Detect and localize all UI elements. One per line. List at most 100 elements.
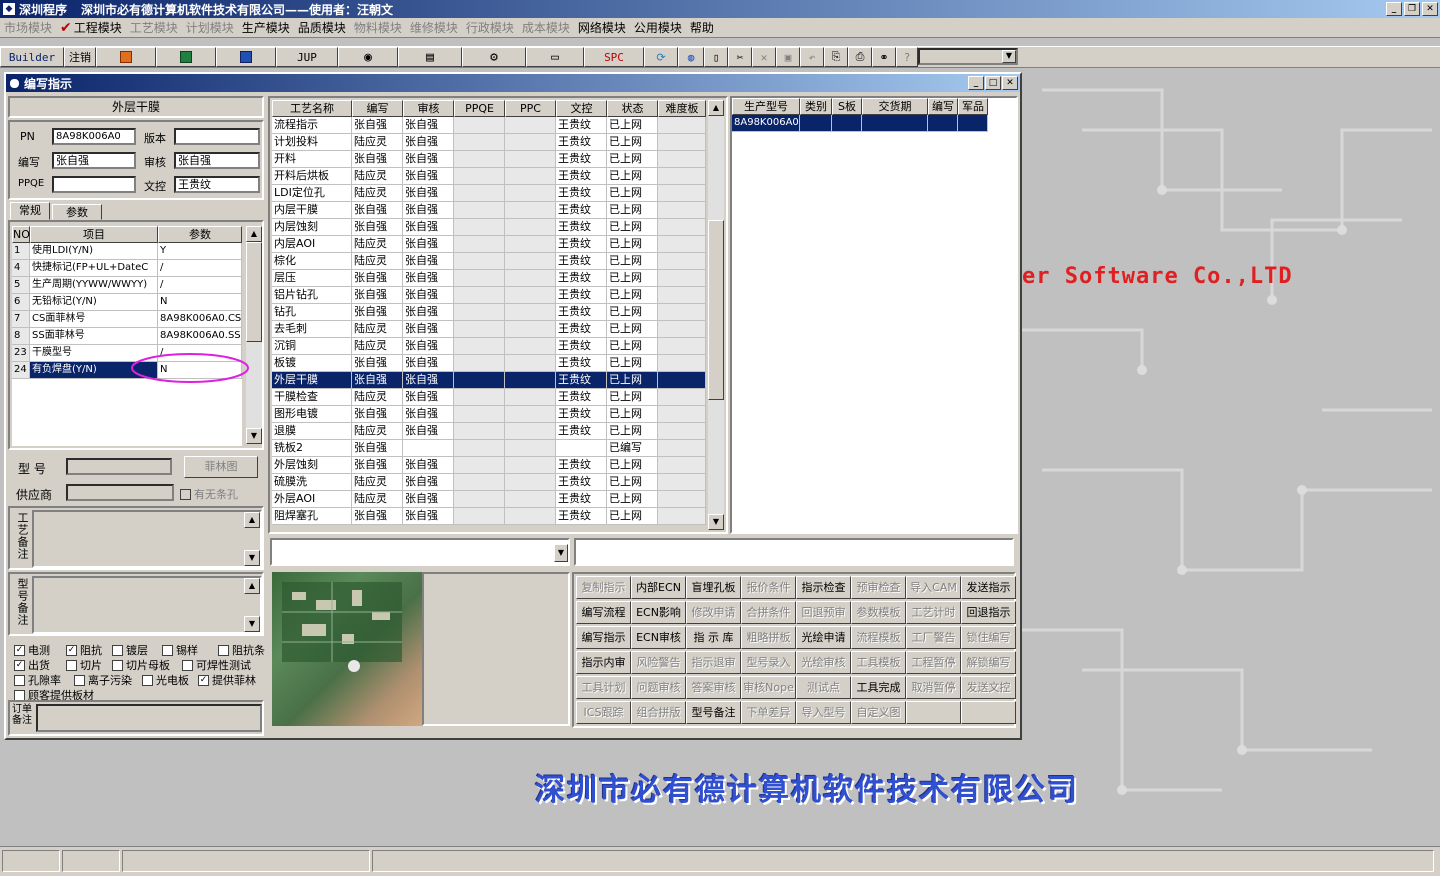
process-cell[interactable] xyxy=(658,440,706,457)
process-cell[interactable] xyxy=(505,168,556,185)
table-row[interactable]: 钻孔 张自强 张自强 王贵纹 已上网 xyxy=(272,304,706,321)
process-cell[interactable] xyxy=(556,440,607,457)
process-cell[interactable] xyxy=(658,304,706,321)
process-cell[interactable]: 干膜检查 xyxy=(272,389,352,406)
process-cell[interactable] xyxy=(658,491,706,508)
process-cell[interactable] xyxy=(454,474,505,491)
process-cell[interactable]: 张自强 xyxy=(352,355,403,372)
checkbox-box[interactable]: ✓ xyxy=(14,659,25,671)
process-col-header[interactable]: PPC xyxy=(505,100,556,117)
process-cell[interactable]: 张自强 xyxy=(352,372,403,389)
checkbox-box[interactable] xyxy=(142,674,153,686)
action-button-2-7[interactable]: 锁住编写 xyxy=(961,626,1016,649)
table-row[interactable]: 图形电镀 张自强 张自强 王贵纹 已上网 xyxy=(272,406,706,423)
browser-button[interactable]: ◍ xyxy=(678,47,704,67)
process-cell[interactable]: 已上网 xyxy=(607,321,658,338)
process-cell[interactable] xyxy=(505,202,556,219)
params-cell-value[interactable]: / xyxy=(158,277,242,294)
jup-button[interactable]: JUP xyxy=(276,47,338,67)
process-cell[interactable]: 张自强 xyxy=(352,287,403,304)
process-cell[interactable]: 已上网 xyxy=(607,457,658,474)
pn-field[interactable]: 8A98K006A0 xyxy=(52,128,136,145)
table-row[interactable]: 阻焊塞孔 张自强 张自强 王贵纹 已上网 xyxy=(272,508,706,525)
process-cell[interactable]: 退膜 xyxy=(272,423,352,440)
menu-9[interactable]: 成本模块 xyxy=(522,19,570,36)
table-row[interactable]: 7 CS面菲林号 8A98K006A0.CS xyxy=(12,311,242,328)
menu-6[interactable]: 物料模块 xyxy=(354,19,402,36)
table-row[interactable]: 硫膜洗 陆应灵 张自强 王贵纹 已上网 xyxy=(272,474,706,491)
process-cell[interactable]: 张自强 xyxy=(352,406,403,423)
checkbox-4[interactable]: 阻抗条 xyxy=(218,642,265,658)
refresh-button[interactable]: ⟳ xyxy=(644,47,678,67)
process-col-header[interactable]: 审核 xyxy=(403,100,454,117)
model-cell[interactable]: 8A98K006A0 xyxy=(732,115,800,132)
process-cell[interactable]: 开料后烘板 xyxy=(272,168,352,185)
process-cell[interactable]: 张自强 xyxy=(403,457,454,474)
process-cell[interactable]: 已上网 xyxy=(607,185,658,202)
process-cell[interactable] xyxy=(505,134,556,151)
action-button-0-6[interactable]: 导入CAM xyxy=(906,576,961,599)
model-cell[interactable] xyxy=(832,115,862,132)
params-cell-value[interactable]: N xyxy=(158,294,242,311)
checkbox-box[interactable]: ✓ xyxy=(198,674,209,686)
process-cell[interactable]: 张自强 xyxy=(352,151,403,168)
process-cell[interactable]: 王贵纹 xyxy=(556,270,607,287)
process-cell[interactable]: 阻焊塞孔 xyxy=(272,508,352,525)
process-col-header[interactable]: 文控 xyxy=(556,100,607,117)
checkbox-3[interactable]: 锡样 xyxy=(162,642,198,658)
process-cell[interactable] xyxy=(454,508,505,525)
scroll-thumb[interactable] xyxy=(246,242,262,342)
scroll-up-icon[interactable]: ▲ xyxy=(246,226,262,242)
process-cell[interactable]: 已上网 xyxy=(607,219,658,236)
process-col-header[interactable]: 难度板 xyxy=(658,100,706,117)
process-cell[interactable] xyxy=(505,304,556,321)
logout-button[interactable]: 注销 xyxy=(64,47,96,67)
scroll-down-icon[interactable]: ▼ xyxy=(708,514,724,530)
action-button-3-4[interactable]: 光绘审核 xyxy=(796,651,851,674)
process-cell[interactable]: 张自强 xyxy=(403,151,454,168)
process-cell[interactable] xyxy=(505,423,556,440)
app-restore-button[interactable]: ❐ xyxy=(1404,2,1420,16)
menu-3[interactable]: 计划模块 xyxy=(186,19,234,36)
process-cell[interactable]: 陆应灵 xyxy=(352,168,403,185)
process-cell[interactable]: 张自强 xyxy=(403,372,454,389)
menu-0[interactable]: 市场模块 xyxy=(4,19,52,36)
process-cell[interactable] xyxy=(658,457,706,474)
process-cell[interactable] xyxy=(505,219,556,236)
app-minimize-button[interactable]: _ xyxy=(1386,2,1402,16)
process-cell[interactable]: 已上网 xyxy=(607,270,658,287)
process-cell[interactable]: 去毛刺 xyxy=(272,321,352,338)
process-cell[interactable]: 已上网 xyxy=(607,389,658,406)
checkbox-11[interactable]: 光电板 xyxy=(142,672,189,688)
process-cell[interactable] xyxy=(658,423,706,440)
app-close-button[interactable]: ✕ xyxy=(1422,2,1438,16)
process-cell[interactable]: 陆应灵 xyxy=(352,253,403,270)
table-row[interactable]: 铝片钻孔 张自强 张自强 王贵纹 已上网 xyxy=(272,287,706,304)
process-cell[interactable]: 张自强 xyxy=(403,491,454,508)
model-field[interactable] xyxy=(66,458,172,475)
menu-7[interactable]: 维修模块 xyxy=(410,19,458,36)
params-cell-item[interactable]: CS面菲林号 xyxy=(30,311,158,328)
process-cell[interactable] xyxy=(505,117,556,134)
action-button-5-6[interactable] xyxy=(906,701,961,724)
process-cell[interactable] xyxy=(454,389,505,406)
process-cell[interactable] xyxy=(658,287,706,304)
checkbox-10[interactable]: 离子污染 xyxy=(74,672,132,688)
process-cell[interactable] xyxy=(505,321,556,338)
process-cell[interactable]: 张自强 xyxy=(352,117,403,134)
action-button-4-7[interactable]: 发送文控 xyxy=(961,676,1016,699)
table-row[interactable]: 流程指示 张自强 张自强 王贵纹 已上网 xyxy=(272,117,706,134)
table-row[interactable]: 8A98K006A0 xyxy=(732,115,1016,132)
process-cell[interactable] xyxy=(454,151,505,168)
process-cell[interactable]: 张自强 xyxy=(403,304,454,321)
action-button-5-7[interactable] xyxy=(961,701,1016,724)
process-cell[interactable]: 张自强 xyxy=(403,219,454,236)
process-cell[interactable]: 流程指示 xyxy=(272,117,352,134)
process-cell[interactable] xyxy=(505,253,556,270)
process-cell[interactable] xyxy=(454,355,505,372)
process-cell[interactable]: 已上网 xyxy=(607,406,658,423)
process-cell[interactable]: 已编写 xyxy=(607,440,658,457)
checkbox-2[interactable]: 镀层 xyxy=(112,642,148,658)
process-cell[interactable]: 已上网 xyxy=(607,202,658,219)
action-button-5-1[interactable]: 组合拼版 xyxy=(631,701,686,724)
